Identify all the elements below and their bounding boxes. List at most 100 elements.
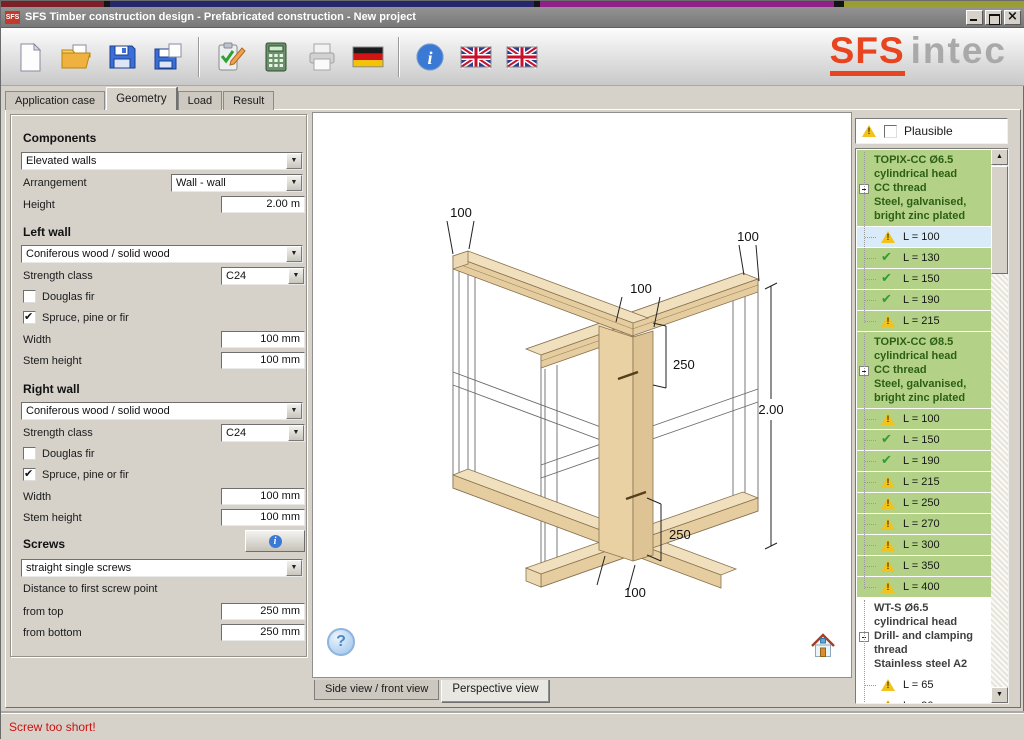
maximize-button[interactable] xyxy=(985,10,1002,25)
tab-load[interactable]: Load xyxy=(178,91,222,110)
screw-length-item[interactable]: L = 190 xyxy=(857,451,992,471)
checkbox-unchecked-icon[interactable] xyxy=(23,290,36,303)
scrollbar-thumb[interactable] xyxy=(991,166,1008,274)
plausible-checkbox[interactable] xyxy=(884,125,897,138)
screw-length-item[interactable]: L = 270 xyxy=(857,514,992,534)
right-wall-heading: Right wall xyxy=(23,382,80,396)
left-width-input[interactable]: 100 mm xyxy=(221,331,305,348)
screw-length-item[interactable]: L = 150 xyxy=(857,269,992,289)
warning-icon xyxy=(881,581,896,594)
collapse-icon[interactable] xyxy=(859,184,869,194)
tree-scrollbar[interactable]: ▲ ▼ xyxy=(991,149,1008,703)
screw-length-item[interactable]: L = 350 xyxy=(857,556,992,576)
left-strength-select[interactable]: C24 ▼ xyxy=(221,267,305,285)
toolbar-separator xyxy=(198,37,200,77)
screw-group-header[interactable]: TOPIX-CC Ø6.5 cylindrical head CC thread… xyxy=(857,150,992,226)
screw-length-item[interactable]: L = 215 xyxy=(857,311,992,331)
toolbar: i SFS intec xyxy=(1,28,1024,86)
scroll-up-icon[interactable]: ▲ xyxy=(991,149,1008,165)
info-button[interactable]: i xyxy=(411,36,449,78)
close-button[interactable] xyxy=(1004,10,1021,25)
dim-height: 2.00 xyxy=(758,402,783,417)
help-icon[interactable] xyxy=(327,628,355,656)
screw-length-item[interactable]: L = 215 xyxy=(857,472,992,492)
scroll-down-icon[interactable]: ▼ xyxy=(991,687,1008,703)
tab-result[interactable]: Result xyxy=(223,91,274,110)
language-english-help-button[interactable] xyxy=(503,36,541,78)
right-spruce-checkbox[interactable]: Spruce, pine or fir xyxy=(23,468,129,481)
warning-icon xyxy=(862,125,877,138)
right-wall-material-select[interactable]: Coniferous wood / solid wood ▼ xyxy=(21,402,303,420)
from-bottom-input[interactable]: 250 mm xyxy=(221,624,305,641)
screw-length-item[interactable]: L = 100 xyxy=(857,227,992,247)
save-icon xyxy=(106,41,138,73)
collapse-icon[interactable] xyxy=(859,366,869,376)
screw-length-item[interactable]: L = 190 xyxy=(857,290,992,310)
info-icon: i xyxy=(269,535,282,548)
left-wall-material-select[interactable]: Coniferous wood / solid wood ▼ xyxy=(21,245,303,263)
right-douglas-checkbox[interactable]: Douglas fir xyxy=(23,447,95,460)
screw-length-item[interactable]: L = 300 xyxy=(857,535,992,555)
screw-length-item[interactable]: L = 90 xyxy=(857,696,992,704)
screw-selection-tree: TOPIX-CC Ø6.5 cylindrical head CC thread… xyxy=(855,148,1009,704)
language-english-button[interactable] xyxy=(457,36,495,78)
verify-button[interactable] xyxy=(211,36,249,78)
screw-length-item[interactable]: L = 150 xyxy=(857,430,992,450)
minimize-button[interactable] xyxy=(966,10,983,25)
new-document-button[interactable] xyxy=(11,36,49,78)
left-douglas-checkbox[interactable]: Douglas fir xyxy=(23,290,95,303)
save-project-as-button[interactable] xyxy=(149,36,187,78)
chevron-down-icon[interactable]: ▼ xyxy=(288,425,304,441)
svg-text:i: i xyxy=(427,48,432,68)
check-icon xyxy=(881,455,896,468)
screw-length-item[interactable]: L = 250 xyxy=(857,493,992,513)
calculate-button[interactable] xyxy=(257,36,295,78)
checkbox-checked-icon[interactable] xyxy=(23,468,36,481)
chevron-down-icon[interactable]: ▼ xyxy=(286,153,302,169)
height-input[interactable]: 2.00 m xyxy=(221,196,305,213)
tab-side-front-view[interactable]: Side view / front view xyxy=(314,680,439,700)
from-top-label: from top xyxy=(23,606,63,618)
screw-length-item[interactable]: L = 400 xyxy=(857,577,992,597)
tab-application-case[interactable]: Application case xyxy=(5,91,105,110)
printer-icon xyxy=(306,41,338,73)
screw-length-item[interactable]: L = 100 xyxy=(857,409,992,429)
screw-length-item[interactable]: L = 130 xyxy=(857,248,992,268)
warning-icon xyxy=(881,518,896,531)
right-strength-select[interactable]: C24 ▼ xyxy=(221,424,305,442)
home-icon[interactable] xyxy=(809,632,837,660)
right-width-input[interactable]: 100 mm xyxy=(221,488,305,505)
sfs-intec-logo: SFS intec xyxy=(830,30,1007,76)
warning-icon xyxy=(881,700,896,705)
screw-length-item[interactable]: L = 65 xyxy=(857,675,992,695)
chevron-down-icon[interactable]: ▼ xyxy=(288,268,304,284)
tab-perspective-view[interactable]: Perspective view xyxy=(441,680,549,703)
chevron-down-icon[interactable]: ▼ xyxy=(286,246,302,262)
language-german-button[interactable] xyxy=(349,36,387,78)
left-spruce-checkbox[interactable]: Spruce, pine or fir xyxy=(23,311,129,324)
right-stem-input[interactable]: 100 mm xyxy=(221,509,305,526)
components-heading: Components xyxy=(23,131,96,145)
screw-type-select[interactable]: straight single screws ▼ xyxy=(21,559,303,577)
title-bar: SFS SFS Timber construction design - Pre… xyxy=(1,7,1024,28)
print-button[interactable] xyxy=(303,36,341,78)
components-type-select[interactable]: Elevated walls ▼ xyxy=(21,152,303,170)
chevron-down-icon[interactable]: ▼ xyxy=(286,175,302,191)
chevron-down-icon[interactable]: ▼ xyxy=(286,560,302,576)
screw-group-header[interactable]: TOPIX-CC Ø8.5 cylindrical head CC thread… xyxy=(857,332,992,408)
arrangement-select[interactable]: Wall - wall ▼ xyxy=(171,174,303,192)
tab-geometry[interactable]: Geometry xyxy=(106,87,177,110)
checkbox-checked-icon[interactable] xyxy=(23,311,36,324)
drawing-canvas[interactable]: 100 100 100 250 2.00 250 100 xyxy=(312,112,852,678)
open-project-button[interactable] xyxy=(57,36,95,78)
checkbox-unchecked-icon[interactable] xyxy=(23,447,36,460)
screw-info-button[interactable]: i xyxy=(245,530,305,552)
left-stem-input[interactable]: 100 mm xyxy=(221,352,305,369)
screw-group-header[interactable]: WT-S Ø6.5 cylindrical head Drill- and cl… xyxy=(857,598,992,674)
collapse-icon[interactable] xyxy=(859,632,869,642)
warning-icon xyxy=(881,497,896,510)
save-project-button[interactable] xyxy=(103,36,141,78)
chevron-down-icon[interactable]: ▼ xyxy=(286,403,302,419)
toolbar-separator xyxy=(398,37,400,77)
from-top-input[interactable]: 250 mm xyxy=(221,603,305,620)
